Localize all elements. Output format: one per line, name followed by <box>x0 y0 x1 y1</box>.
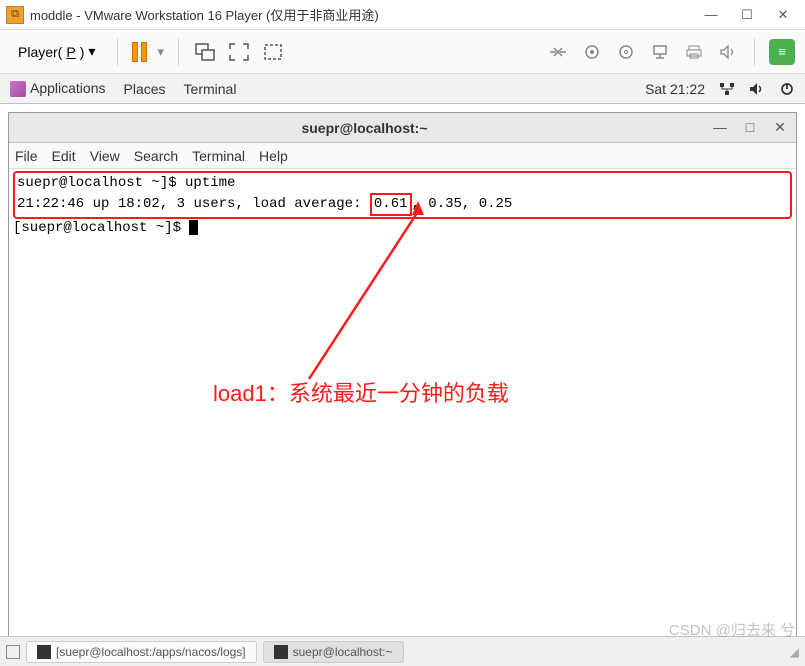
player-label-prefix: Player( <box>18 44 62 60</box>
terminal-window: suepr@localhost:~ ― □ ✕ File Edit View S… <box>8 112 797 638</box>
menu-terminal[interactable]: Terminal <box>192 148 245 164</box>
network-menu-icon[interactable] <box>719 81 735 97</box>
terminal-maximize-button[interactable]: □ <box>742 119 758 136</box>
taskbar-item-2[interactable]: suepr@localhost:~ <box>263 641 404 663</box>
vmware-window-title: moddle - VMware Workstation 16 Player (仅… <box>30 5 701 24</box>
separator <box>754 39 755 65</box>
taskbar-item-label: [suepr@localhost:/apps/nacos/logs] <box>56 645 246 659</box>
maximize-button[interactable]: ☐ <box>737 5 757 25</box>
separator <box>117 39 118 65</box>
cd-icon[interactable] <box>614 40 638 64</box>
fullscreen-button[interactable] <box>227 40 251 64</box>
player-label-key: P <box>66 44 75 60</box>
terminal-body[interactable]: suepr@localhost ~]$ uptime 21:22:46 up 1… <box>9 169 796 637</box>
menu-search[interactable]: Search <box>134 148 178 164</box>
printer-icon[interactable] <box>682 40 706 64</box>
help-button[interactable]: ≡ <box>769 39 795 65</box>
close-button[interactable]: ✕ <box>773 5 793 25</box>
terminal-menu-item[interactable]: Terminal <box>184 81 237 97</box>
prompt: suepr@localhost ~]$ <box>17 175 185 191</box>
taskbar-item-label: suepr@localhost:~ <box>293 645 393 659</box>
applications-menu[interactable]: Applications <box>10 80 106 97</box>
pause-button[interactable] <box>132 42 147 62</box>
vmware-titlebar: ⧉ moddle - VMware Workstation 16 Player … <box>0 0 805 30</box>
terminal-titlebar: suepr@localhost:~ ― □ ✕ <box>9 113 796 143</box>
window-controls: ― ☐ ✕ <box>701 5 799 25</box>
gnome-top-bar: Applications Places Terminal Sat 21:22 <box>0 74 805 104</box>
power-icon[interactable] <box>779 81 795 97</box>
menu-edit[interactable]: Edit <box>52 148 76 164</box>
send-keys-button[interactable] <box>193 40 217 64</box>
menu-file[interactable]: File <box>15 148 38 164</box>
terminal-minimize-button[interactable]: ― <box>712 119 728 136</box>
prompt: [suepr@localhost ~]$ <box>13 220 189 236</box>
annotation-text: load1：系统最近一分钟的负载 <box>213 379 509 409</box>
apps-icon <box>10 81 26 97</box>
minimize-button[interactable]: ― <box>701 5 721 25</box>
show-desktop-button[interactable] <box>6 645 20 659</box>
clock[interactable]: Sat 21:22 <box>645 81 705 97</box>
terminal-icon <box>37 645 51 659</box>
player-menu-button[interactable]: Player(P) ▾ <box>10 39 103 64</box>
connect-device-icon[interactable] <box>546 40 570 64</box>
terminal-menubar: File Edit View Search Terminal Help <box>9 143 796 169</box>
separator <box>178 39 179 65</box>
player-label-suffix: ) <box>80 44 85 60</box>
terminal-title: suepr@localhost:~ <box>17 120 712 136</box>
cursor <box>189 220 198 235</box>
terminal-icon <box>274 645 288 659</box>
chevron-down-icon[interactable]: ▾ <box>157 44 164 60</box>
unity-button[interactable] <box>261 40 285 64</box>
uptime-users: 3 users, <box>168 196 244 212</box>
chevron-down-icon: ▾ <box>88 43 95 60</box>
menu-view[interactable]: View <box>90 148 120 164</box>
command-uptime: uptime <box>185 175 235 191</box>
arrow-line <box>289 209 439 389</box>
uptime-time: 21:22:46 up 18:02, <box>17 196 168 212</box>
terminal-close-button[interactable]: ✕ <box>772 119 788 136</box>
terminal-window-controls: ― □ ✕ <box>712 119 788 136</box>
network-icon[interactable] <box>648 40 672 64</box>
volume-icon[interactable] <box>749 81 765 97</box>
vmware-toolbar: Player(P) ▾ ▾ ≡ <box>0 30 805 74</box>
places-menu[interactable]: Places <box>124 81 166 97</box>
sound-icon[interactable] <box>716 40 740 64</box>
vmware-logo-icon: ⧉ <box>6 6 24 24</box>
resize-grip-icon[interactable]: ◢ <box>790 645 799 659</box>
menu-help[interactable]: Help <box>259 148 288 164</box>
gnome-taskbar: [suepr@localhost:/apps/nacos/logs] suepr… <box>0 636 805 666</box>
taskbar-item-1[interactable]: [suepr@localhost:/apps/nacos/logs] <box>26 641 257 663</box>
hdd-icon[interactable] <box>580 40 604 64</box>
